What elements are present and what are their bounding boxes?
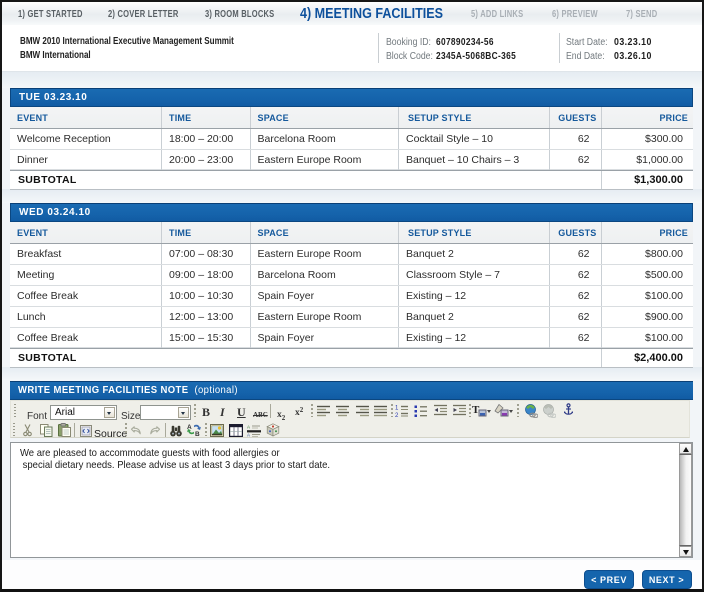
svg-text:A: A bbox=[247, 433, 250, 438]
svg-text:2: 2 bbox=[395, 413, 399, 417]
svg-text:B: B bbox=[195, 431, 200, 436]
svg-text:A: A bbox=[247, 425, 250, 430]
svg-text:1: 1 bbox=[395, 406, 399, 412]
